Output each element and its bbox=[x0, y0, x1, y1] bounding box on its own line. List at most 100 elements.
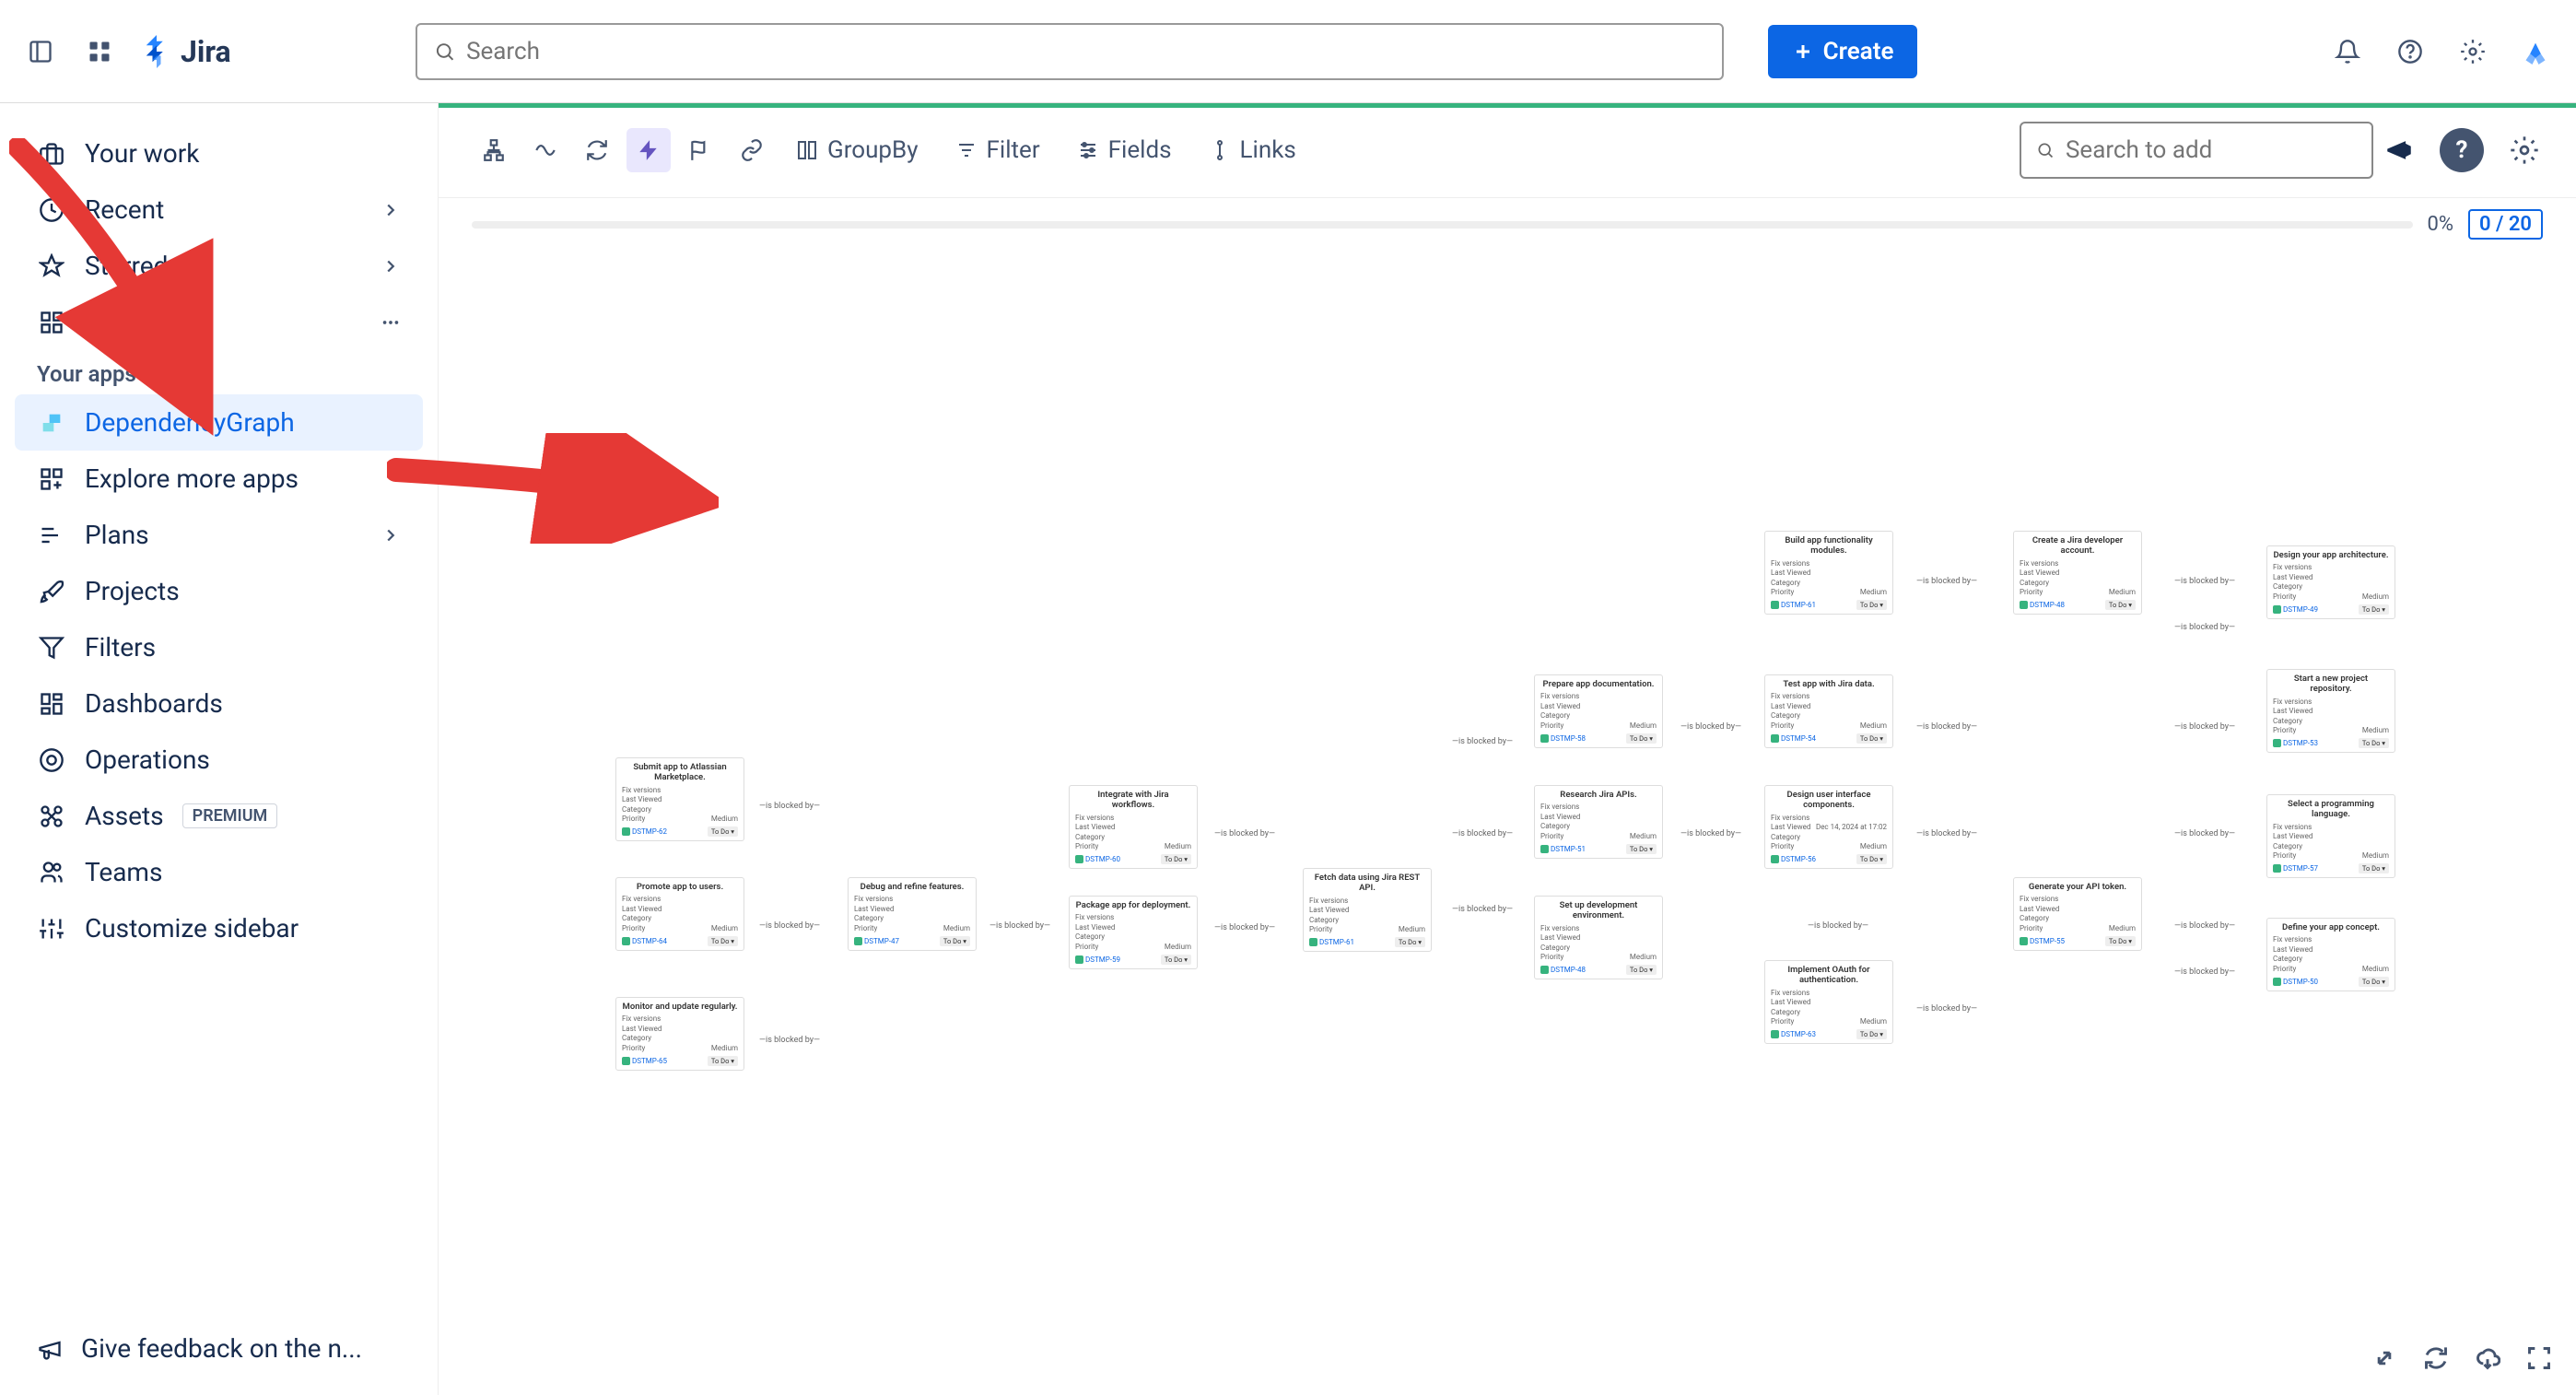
star-icon bbox=[37, 252, 66, 281]
create-button[interactable]: Create bbox=[1768, 25, 1918, 78]
issue-node[interactable]: Submit app to Atlassian Marketplace.Fix … bbox=[615, 757, 744, 841]
nav-dependencygraph[interactable]: DependencyGraph bbox=[15, 394, 423, 451]
issue-node[interactable]: Implement OAuth for authentication.Fix v… bbox=[1764, 960, 1893, 1044]
edge-label: —is blocked by— bbox=[1450, 905, 1515, 914]
link-icon[interactable] bbox=[730, 128, 774, 172]
sidebar: Your workRecentStarredApps Your apps Dep… bbox=[0, 103, 439, 1395]
fullscreen-icon[interactable] bbox=[2521, 1340, 2558, 1377]
edge-label: —is blocked by— bbox=[757, 802, 822, 811]
apps-switcher-icon[interactable] bbox=[81, 33, 118, 70]
issue-node[interactable]: Start a new project repository.Fix versi… bbox=[2266, 669, 2395, 753]
gear-icon[interactable] bbox=[2506, 132, 2543, 169]
edge-label: —is blocked by— bbox=[2172, 722, 2237, 732]
issue-node[interactable]: Test app with Jira data.Fix versionsLast… bbox=[1764, 674, 1893, 748]
edge-label: —is blocked by— bbox=[1914, 722, 1979, 732]
nav-explore-more-apps[interactable]: Explore more apps bbox=[0, 451, 438, 507]
nav-recent[interactable]: Recent bbox=[0, 182, 438, 238]
edge-label: —is blocked by— bbox=[2172, 967, 2237, 977]
premium-badge: PREMIUM bbox=[182, 803, 278, 828]
search-to-add-input[interactable] bbox=[2066, 136, 2357, 164]
plans-icon bbox=[37, 521, 66, 550]
grid-icon bbox=[37, 308, 66, 337]
issue-node[interactable]: Set up development environment.Fix versi… bbox=[1534, 896, 1663, 979]
refresh-icon[interactable] bbox=[575, 128, 619, 172]
give-feedback[interactable]: Give feedback on the n... bbox=[0, 1320, 438, 1377]
nav-starred[interactable]: Starred bbox=[0, 238, 438, 294]
edge-label: —is blocked by— bbox=[757, 921, 822, 931]
nav-assets[interactable]: AssetsPREMIUM bbox=[0, 788, 438, 844]
edge-label: —is blocked by— bbox=[2172, 623, 2237, 632]
help-icon[interactable] bbox=[2392, 33, 2429, 70]
issue-node[interactable]: Define your app concept.Fix versionsLast… bbox=[2266, 918, 2395, 991]
edge-label: —is blocked by— bbox=[1679, 722, 1743, 732]
app-icon bbox=[37, 408, 66, 438]
nav-customize-sidebar[interactable]: Customize sidebar bbox=[0, 900, 438, 956]
issue-node[interactable]: Monitor and update regularly.Fix version… bbox=[615, 997, 744, 1071]
global-search[interactable] bbox=[416, 23, 1724, 80]
issue-node[interactable]: Design user interface components.Fix ver… bbox=[1764, 785, 1893, 869]
notifications-icon[interactable] bbox=[2329, 33, 2366, 70]
dependency-canvas[interactable]: Submit app to Atlassian Marketplace.Fix … bbox=[439, 251, 2576, 1377]
more-icon[interactable] bbox=[381, 312, 401, 333]
atlassian-icon[interactable] bbox=[2517, 33, 2554, 70]
groupby-button[interactable]: GroupBy bbox=[781, 127, 933, 173]
dashboard-icon bbox=[37, 689, 66, 719]
filter-button[interactable]: Filter bbox=[941, 127, 1055, 173]
issue-node[interactable]: Promote app to users.Fix versionsLast Vi… bbox=[615, 877, 744, 951]
clock-icon bbox=[37, 195, 66, 225]
toolbar: GroupBy Filter Fields Links ? bbox=[439, 103, 2576, 198]
nav-teams[interactable]: Teams bbox=[0, 844, 438, 900]
help-circle-icon[interactable]: ? bbox=[2440, 128, 2484, 172]
issue-node[interactable]: Integrate with Jira workflows.Fix versio… bbox=[1069, 785, 1198, 869]
canvas-tools bbox=[2366, 1340, 2558, 1377]
issue-node[interactable]: Prepare app documentation.Fix versionsLa… bbox=[1534, 674, 1663, 748]
nav-plans[interactable]: Plans bbox=[0, 507, 438, 563]
chevron-right-icon bbox=[381, 200, 401, 220]
hierarchy-icon[interactable] bbox=[472, 128, 516, 172]
issue-node[interactable]: Select a programming language.Fix versio… bbox=[2266, 794, 2395, 878]
edge-label: —is blocked by— bbox=[1914, 577, 1979, 586]
reload-icon[interactable] bbox=[2418, 1340, 2454, 1377]
issue-node[interactable]: Research Jira APIs.Fix versionsLast View… bbox=[1534, 785, 1663, 859]
cloud-download-icon[interactable] bbox=[2469, 1340, 2506, 1377]
flag-icon[interactable] bbox=[678, 128, 722, 172]
announce-icon[interactable] bbox=[2381, 132, 2418, 169]
content: GroupBy Filter Fields Links ? 0% 0 / 20 … bbox=[439, 103, 2576, 1395]
app-icon bbox=[37, 464, 66, 494]
edge-label: —is blocked by— bbox=[1212, 829, 1277, 838]
search-to-add[interactable] bbox=[2020, 122, 2373, 179]
nav-apps[interactable]: Apps bbox=[0, 294, 438, 350]
edge-label: —is blocked by— bbox=[2172, 829, 2237, 838]
nav-operations[interactable]: Operations bbox=[0, 732, 438, 788]
filter-icon bbox=[37, 633, 66, 662]
issue-node[interactable]: Package app for deployment.Fix versionsL… bbox=[1069, 896, 1198, 969]
bolt-icon[interactable] bbox=[626, 128, 671, 172]
progress-bar bbox=[472, 221, 2413, 229]
nav-projects[interactable]: Projects bbox=[0, 563, 438, 619]
edge-label: —is blocked by— bbox=[1679, 829, 1743, 838]
wave-icon[interactable] bbox=[523, 128, 568, 172]
issue-node[interactable]: Create a Jira developer account.Fix vers… bbox=[2013, 531, 2142, 615]
settings-icon[interactable] bbox=[2454, 33, 2491, 70]
nav-filters[interactable]: Filters bbox=[0, 619, 438, 675]
nav-dashboards[interactable]: Dashboards bbox=[0, 675, 438, 732]
nav-your-work[interactable]: Your work bbox=[0, 125, 438, 182]
issue-node[interactable]: Fetch data using Jira REST API.Fix versi… bbox=[1303, 868, 1432, 952]
issue-node[interactable]: Generate your API token.Fix versionsLast… bbox=[2013, 877, 2142, 951]
issue-node[interactable]: Build app functionality modules.Fix vers… bbox=[1764, 531, 1893, 615]
edge-label: —is blocked by— bbox=[1914, 1004, 1979, 1014]
expand-icon[interactable] bbox=[2366, 1340, 2403, 1377]
chevron-right-icon bbox=[381, 256, 401, 276]
fields-button[interactable]: Fields bbox=[1062, 127, 1187, 173]
global-search-input[interactable] bbox=[466, 38, 1705, 65]
links-button[interactable]: Links bbox=[1194, 127, 1311, 173]
operations-icon bbox=[37, 745, 66, 775]
search-icon bbox=[2036, 140, 2055, 160]
assets-icon bbox=[37, 802, 66, 831]
issue-node[interactable]: Design your app architecture.Fix version… bbox=[2266, 545, 2395, 619]
sidebar-toggle-icon[interactable] bbox=[22, 33, 59, 70]
customize-icon bbox=[37, 914, 66, 944]
jira-logo[interactable]: Jira bbox=[140, 34, 231, 69]
briefcase-icon bbox=[37, 139, 66, 169]
issue-node[interactable]: Debug and refine features.Fix versionsLa… bbox=[848, 877, 977, 951]
